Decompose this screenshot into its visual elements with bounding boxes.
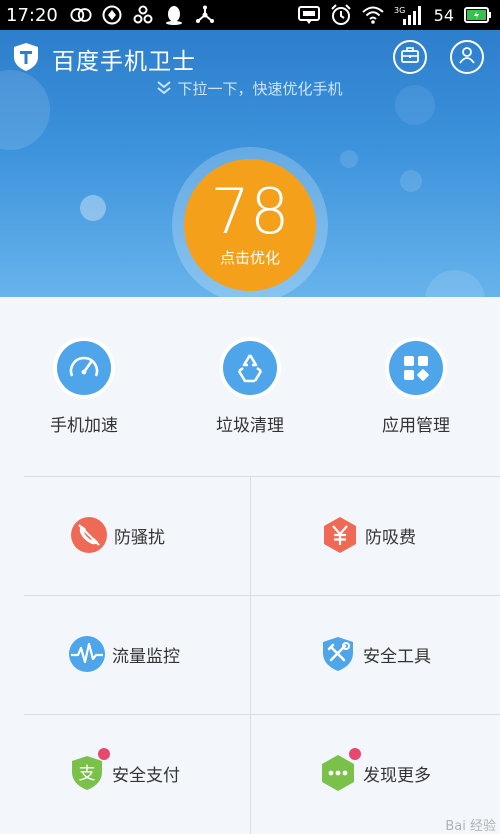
- feature-traffic-monitor[interactable]: 流量监控: [68, 595, 180, 713]
- user-icon: [458, 46, 476, 68]
- shield-pay-icon: 支: [68, 748, 110, 792]
- qq-penguin-icon: [163, 4, 185, 26]
- app-title: 百度手机卫士: [52, 49, 196, 75]
- status-bar: 17:20 3G 54: [0, 0, 500, 30]
- alarm-icon: [330, 4, 352, 26]
- pull-hint-text: 下拉一下，快速优化手机: [177, 80, 343, 98]
- quick-action-speed-up[interactable]: 手机加速: [14, 341, 154, 436]
- toolbox-button[interactable]: [393, 40, 427, 74]
- message-icon: [297, 4, 320, 26]
- shield-logo-icon: [12, 42, 40, 72]
- score-action-label: 点击优化: [219, 249, 280, 267]
- feature-label: 流量监控: [112, 646, 180, 667]
- network-type: 3G: [394, 6, 405, 15]
- speedometer-icon: [57, 341, 111, 395]
- main-panel: 手机加速 垃圾清理 应用管理 防骚扰 防吸费 流量监控 安全工具 支 安全支付 …: [0, 297, 500, 834]
- phone-block-icon: [70, 516, 108, 554]
- decor-bubble: [400, 170, 422, 192]
- network-icon: [194, 4, 216, 26]
- pulse-icon: [68, 635, 106, 673]
- quick-action-label: 垃圾清理: [216, 416, 284, 436]
- share-icon: [132, 4, 154, 26]
- battery-icon: [464, 4, 492, 26]
- new-badge-dot: [349, 748, 361, 760]
- yuan-hexagon-icon: [321, 516, 359, 554]
- feature-label: 防吸费: [365, 527, 416, 548]
- feature-label: 安全支付: [112, 765, 180, 786]
- status-time: 17:20: [6, 4, 58, 26]
- quick-action-label: 手机加速: [50, 416, 118, 436]
- decor-bubble: [80, 195, 106, 221]
- battery-level: 54: [433, 5, 454, 25]
- feature-discover-more[interactable]: 发现更多: [319, 714, 431, 832]
- feature-security-tools[interactable]: 安全工具: [319, 595, 431, 713]
- wifi-icon: [361, 4, 384, 26]
- sync-icon: [101, 4, 123, 26]
- watermark-text: Bai 经验: [445, 819, 496, 834]
- double-chevron-down-icon: [157, 80, 172, 100]
- shield-tools-icon: [319, 635, 357, 673]
- more-hexagon-icon: [319, 748, 361, 792]
- signal-icon: 3G: [394, 4, 424, 26]
- feature-secure-payment[interactable]: 支 安全支付: [68, 714, 180, 832]
- user-profile-button[interactable]: [450, 40, 484, 74]
- score-optimize-button[interactable]: 78 点击优化: [184, 159, 316, 291]
- score-value: 78: [210, 175, 290, 248]
- pay-badge-text: 支: [79, 764, 96, 784]
- divider: [250, 476, 251, 834]
- quick-action-app-manager[interactable]: 应用管理: [346, 341, 486, 436]
- briefcase-icon: [401, 47, 419, 67]
- feature-label: 发现更多: [363, 765, 431, 786]
- quick-action-label: 应用管理: [382, 416, 450, 436]
- decor-bubble: [340, 150, 358, 168]
- quick-action-junk-clean[interactable]: 垃圾清理: [180, 341, 320, 436]
- new-badge-dot: [98, 748, 110, 760]
- pull-to-optimize-hint[interactable]: 下拉一下，快速优化手机: [0, 78, 500, 100]
- decor-bubble: [425, 270, 485, 297]
- apps-grid-icon: [389, 341, 443, 395]
- feature-anti-fee[interactable]: 防吸费: [321, 476, 416, 594]
- circles-icon: [70, 4, 92, 26]
- feature-label: 防骚扰: [114, 527, 165, 548]
- feature-label: 安全工具: [363, 646, 431, 667]
- recycle-icon: [223, 341, 277, 395]
- feature-anti-harassment[interactable]: 防骚扰: [70, 476, 165, 594]
